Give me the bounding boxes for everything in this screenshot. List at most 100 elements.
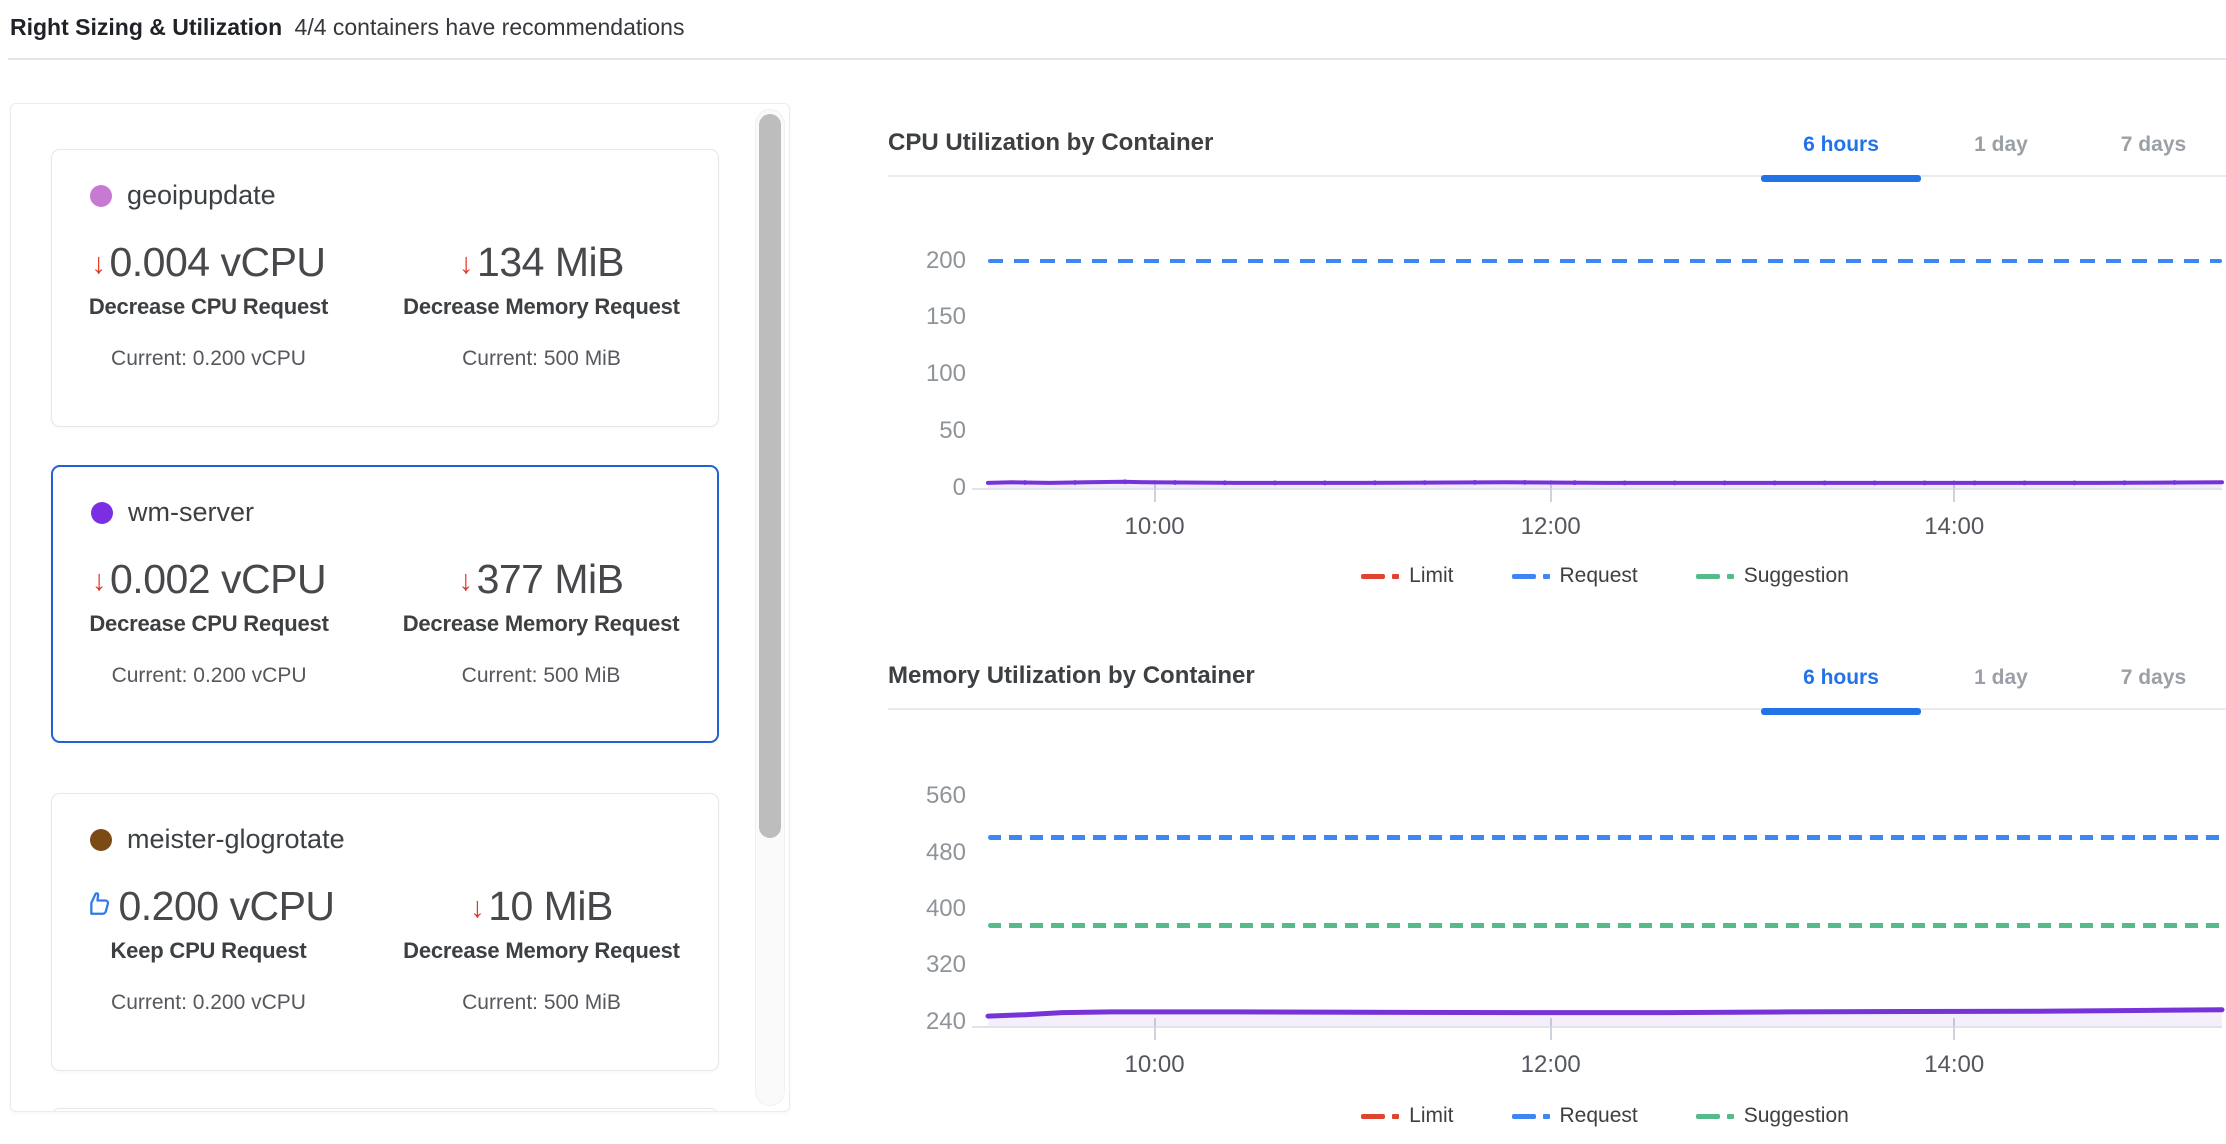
cpu-action-label: Decrease CPU Request [53,611,365,637]
container-card-partial[interactable] [51,1108,719,1112]
memory-action-label: Decrease Memory Request [365,611,717,637]
scrollbar-thumb[interactable] [759,114,781,838]
decrease-arrow-icon: ↓ [92,567,106,596]
tab-1-day[interactable]: 1 day [1921,113,2081,177]
y-axis-labels: 200150100500 [888,223,966,490]
legend-item-limit[interactable]: Limit [1361,564,1453,588]
legend-label: Limit [1409,564,1453,588]
container-name: geoipupdate [127,180,276,211]
chart-title: Memory Utilization by Container [888,662,1255,690]
legend-item-suggestion[interactable]: Suggestion [1696,564,1849,588]
y-axis-labels: 560480400320240 [888,768,966,1028]
legend-item-limit[interactable]: Limit [1361,1104,1453,1128]
cpu-current-label: Current: 0.200 vCPU [53,664,365,688]
time-range-tabs: 6 hours 1 day 7 days [1761,113,2226,177]
recommendations: 0.200 vCPU Keep CPU Request Current: 0.2… [52,883,718,1015]
request-dash-icon [1512,574,1550,579]
tab-1-day[interactable]: 1 day [1921,646,2081,710]
legend-label: Request [1560,564,1638,588]
container-color-dot [90,829,112,851]
card-header: meister-glogrotate [90,824,718,855]
thumbs-up-icon [82,889,114,921]
cpu-value-text: 0.004 vCPU [109,239,325,286]
tab-7-days[interactable]: 7 days [2081,646,2226,710]
chart-legend: Limit Request Suggestion [988,564,2222,588]
tab-6-hours[interactable]: 6 hours [1761,646,1921,710]
axis-tick [972,488,988,490]
cpu-recommendation: ↓ 0.004 vCPU Decrease CPU Request Curren… [52,239,365,371]
tab-6-hours[interactable]: 6 hours [1761,113,1921,177]
memory-current-label: Current: 500 MiB [365,347,718,371]
memory-current-label: Current: 500 MiB [365,664,717,688]
suggestion-dash-icon [1696,574,1734,579]
y-tick-label: 100 [926,360,966,388]
x-tick-label: 12:00 [1521,1051,1581,1079]
memory-action-label: Decrease Memory Request [365,294,718,320]
cpu-recommended-value: ↓ 0.002 vCPU [53,556,365,603]
y-tick-label: 200 [926,247,966,275]
time-range-tabs: 6 hours 1 day 7 days [1761,646,2226,710]
memory-recommendation: ↓ 377 MiB Decrease Memory Request Curren… [365,556,717,688]
axis-tick [972,1026,988,1028]
container-name: wm-server [128,497,254,528]
cpu-recommendation: ↓ 0.002 vCPU Decrease CPU Request Curren… [53,556,365,688]
limit-dash-icon [1361,574,1399,579]
usage-line-series [988,768,2222,1026]
container-card-geoipupdate[interactable]: geoipupdate ↓ 0.004 vCPU Decrease CPU Re… [51,149,719,427]
tab-7-days[interactable]: 7 days [2081,113,2226,177]
card-header: geoipupdate [90,180,718,211]
cpu-recommended-value: ↓ 0.004 vCPU [52,239,365,286]
chart-title: CPU Utilization by Container [888,129,1213,157]
legend-label: Limit [1409,1104,1453,1128]
page-title-text: Right Sizing & Utilization [10,14,282,40]
x-tick-label: 10:00 [1125,513,1185,541]
x-tick-label: 10:00 [1125,1051,1185,1079]
container-color-dot [90,185,112,207]
memory-current-label: Current: 500 MiB [365,991,718,1015]
memory-recommended-value: ↓ 377 MiB [365,556,717,603]
limit-dash-icon [1361,1114,1399,1119]
decrease-arrow-icon: ↓ [470,894,484,923]
container-card-wm-server[interactable]: wm-server ↓ 0.002 vCPU Decrease CPU Requ… [51,465,719,743]
memory-recommended-value: ↓ 134 MiB [365,239,718,286]
x-axis-labels: 10:0012:0014:00 [988,1037,2222,1077]
decrease-arrow-icon: ↓ [91,250,105,279]
x-tick-label: 14:00 [1924,513,1984,541]
legend-label: Suggestion [1744,564,1849,588]
plot-area [988,768,2222,1028]
container-name: meister-glogrotate [127,824,345,855]
recommendations: ↓ 0.002 vCPU Decrease CPU Request Curren… [53,556,717,688]
memory-value-text: 377 MiB [477,556,624,603]
decrease-arrow-icon: ↓ [459,567,473,596]
memory-value-text: 134 MiB [477,239,624,286]
cpu-current-label: Current: 0.200 vCPU [52,347,365,371]
memory-recommendation: ↓ 10 MiB Decrease Memory Request Current… [365,883,718,1015]
cpu-action-label: Decrease CPU Request [52,294,365,320]
cpu-value-text: 0.200 vCPU [118,883,334,930]
legend-item-request[interactable]: Request [1512,564,1638,588]
legend-label: Request [1560,1104,1638,1128]
container-card-meister-glogrotate[interactable]: meister-glogrotate 0.200 vCPU Keep CPU R… [51,793,719,1071]
panel-scrollbar[interactable] [755,109,785,1106]
page-subtitle: 4/4 containers have recommendations [295,14,685,40]
y-tick-label: 150 [926,303,966,331]
memory-action-label: Decrease Memory Request [365,938,718,964]
legend-item-request[interactable]: Request [1512,1104,1638,1128]
y-tick-label: 50 [939,417,966,445]
card-header: wm-server [91,497,717,528]
cpu-recommendation: 0.200 vCPU Keep CPU Request Current: 0.2… [52,883,365,1015]
cpu-utilization-chart: CPU Utilization by Container 6 hours 1 d… [888,113,2226,618]
suggestion-dash-icon [1696,1114,1734,1119]
containers-panel: geoipupdate ↓ 0.004 vCPU Decrease CPU Re… [10,103,790,1112]
request-dash-icon [1512,1114,1550,1119]
decrease-arrow-icon: ↓ [459,250,473,279]
legend-label: Suggestion [1744,1104,1849,1128]
y-tick-label: 0 [953,474,966,502]
plot-area [988,223,2222,490]
y-tick-label: 400 [926,895,966,923]
cpu-action-label: Keep CPU Request [52,938,365,964]
memory-value-text: 10 MiB [488,883,613,930]
legend-item-suggestion[interactable]: Suggestion [1696,1104,1849,1128]
y-tick-label: 480 [926,839,966,867]
y-tick-label: 320 [926,951,966,979]
